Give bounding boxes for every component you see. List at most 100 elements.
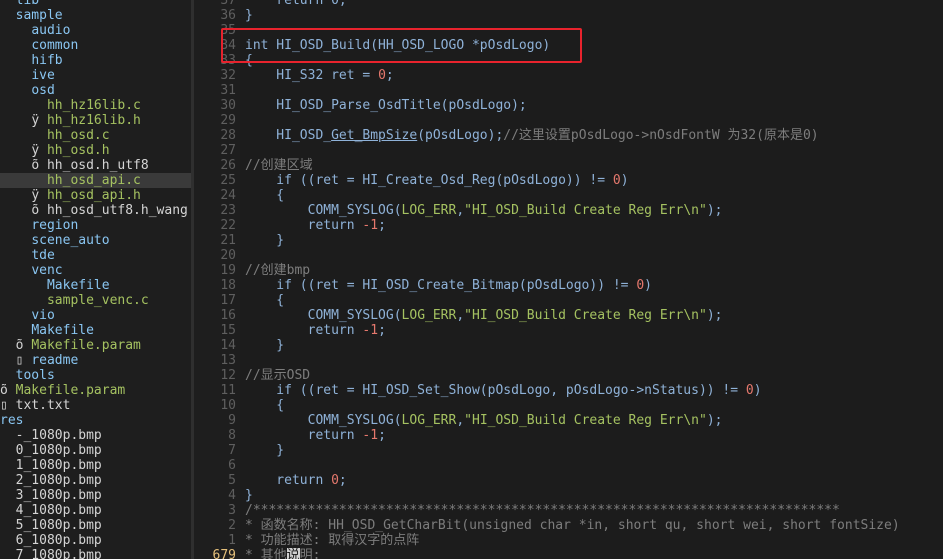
tree-item[interactable]: 7_1080p.bmp	[0, 548, 191, 559]
tree-item[interactable]: õ hh_osd_utf8.h_wang	[0, 203, 191, 218]
file-marker-icon: õ	[31, 203, 47, 218]
tree-item[interactable]: ÿ hh_hz16lib.h	[0, 113, 191, 128]
tree-item[interactable]: tools	[0, 368, 191, 383]
code-line[interactable]: //创建区域	[245, 158, 313, 173]
code-token: }	[245, 338, 285, 353]
tree-item[interactable]: 5_1080p.bmp	[0, 518, 191, 533]
code-token: HI_S32 ret =	[245, 68, 379, 83]
tree-item[interactable]: vio	[0, 308, 191, 323]
tree-item[interactable]: 2_1080p.bmp	[0, 473, 191, 488]
tree-item[interactable]: ÿ hh_osd.h	[0, 143, 191, 158]
tree-item[interactable]: -_1080p.bmp	[0, 428, 191, 443]
tree-item[interactable]: ÿ hh_osd_api.h	[0, 188, 191, 203]
code-token: ;	[378, 428, 386, 443]
code-line[interactable]: {	[245, 188, 284, 203]
code-token: LOG_ERR	[401, 413, 457, 428]
tree-item[interactable]: hh_osd_api.c	[0, 173, 191, 188]
tree-item[interactable]: õ Makefile.param	[0, 338, 191, 353]
code-line[interactable]: {	[245, 398, 284, 413]
tree-item-label: lib	[15, 0, 40, 8]
code-line[interactable]: //创建bmp	[245, 263, 310, 278]
code-token: return 0;	[245, 0, 347, 8]
code-line[interactable]: HI_OSD_Parse_OsdTitle(pOsdLogo);	[245, 98, 526, 113]
code-line[interactable]: return 0;	[245, 473, 346, 488]
code-token: ,	[456, 413, 465, 428]
tree-item[interactable]: osd	[0, 83, 191, 98]
tree-item-label: sample	[15, 8, 63, 23]
code-token: "HI_OSD_Build Create Reg Err\n"	[464, 203, 707, 218]
tree-item-label: 7_1080p.bmp	[15, 548, 102, 559]
code-line[interactable]: }	[245, 488, 253, 503]
code-line[interactable]: if ((ret = HI_Create_Osd_Reg(pOsdLogo)) …	[245, 173, 628, 188]
tree-item[interactable]: sample	[0, 8, 191, 23]
file-marker-icon: õ	[0, 383, 16, 398]
code-line[interactable]: }	[245, 443, 284, 458]
code-line[interactable]: COMM_SYSLOG(LOG_ERR,"HI_OSD_Build Create…	[245, 308, 723, 323]
code-line[interactable]: * 其他说明:	[245, 548, 321, 559]
code-line[interactable]: return 0;	[245, 0, 347, 8]
tree-item-label: readme	[31, 353, 79, 368]
code-line[interactable]: HI_OSD_Get_BmpSize(pOsdLogo);//这里设置pOsdL…	[245, 128, 818, 143]
tree-item-label: -_1080p.bmp	[15, 428, 102, 443]
code-line[interactable]: return -1;	[245, 218, 386, 233]
tree-item[interactable]: common	[0, 38, 191, 53]
line-number: 16	[220, 308, 236, 323]
tree-item[interactable]: ▯ txt.txt	[0, 398, 191, 413]
code-line[interactable]: COMM_SYSLOG(LOG_ERR,"HI_OSD_Build Create…	[245, 203, 723, 218]
tree-item[interactable]: region	[0, 218, 191, 233]
tree-item[interactable]: hh_hz16lib.c	[0, 98, 191, 113]
code-token: );	[706, 308, 723, 323]
tree-item[interactable]: venc	[0, 263, 191, 278]
tree-item[interactable]: ▯ readme	[0, 353, 191, 368]
tree-item[interactable]: hh_osd.c	[0, 128, 191, 143]
tree-item[interactable]: 1_1080p.bmp	[0, 458, 191, 473]
line-number-gutter: 37 36 35 34 33 32 31 30 29 28 27 26 25 24 23 22 21 20 19 18…	[194, 0, 240, 559]
code-line[interactable]: /***************************************…	[245, 503, 840, 518]
tree-item[interactable]: ive	[0, 68, 191, 83]
code-line[interactable]: return -1;	[245, 323, 386, 338]
tree-item-label: 4_1080p.bmp	[15, 503, 102, 518]
code-token: }	[245, 443, 285, 458]
tree-item[interactable]: sample_venc.c	[0, 293, 191, 308]
tree-item[interactable]: 3_1080p.bmp	[0, 488, 191, 503]
code-line[interactable]: }	[245, 233, 284, 248]
tree-item[interactable]: audio	[0, 23, 191, 38]
code-token: "HI_OSD_Build Create Reg Err\n"	[464, 413, 707, 428]
tree-item[interactable]: hifb	[0, 53, 191, 68]
tree-item-label: hh_osd_api.c	[46, 173, 141, 188]
text-cursor: 说	[286, 548, 300, 559]
code-line[interactable]: return -1;	[245, 428, 386, 443]
tree-item-label: audio	[31, 23, 71, 38]
tree-item-label: common	[31, 38, 79, 53]
tree-item-label: region	[31, 218, 79, 233]
tree-item[interactable]: res	[0, 413, 191, 428]
tree-item[interactable]: Makefile	[0, 278, 191, 293]
code-line[interactable]: {	[245, 293, 284, 308]
code-editor[interactable]: return 0;} int HI_OSD_Build(HH_OSD_LOGO *…	[240, 0, 943, 559]
line-number: 7	[228, 443, 236, 458]
code-line[interactable]: }	[245, 338, 284, 353]
code-line[interactable]: if ((ret = HI_OSD_Create_Bitmap(pOsdLogo…	[245, 278, 652, 293]
code-token: "HI_OSD_Build Create Reg Err\n"	[464, 308, 707, 323]
code-line[interactable]: }	[245, 8, 253, 23]
code-line[interactable]: COMM_SYSLOG(LOG_ERR,"HI_OSD_Build Create…	[245, 413, 723, 428]
code-token: );	[706, 413, 723, 428]
code-line[interactable]: HI_S32 ret = 0;	[245, 68, 393, 83]
tree-item[interactable]: Makefile	[0, 323, 191, 338]
code-line[interactable]: //显示OSD	[245, 368, 310, 383]
tree-item[interactable]: õ Makefile.param	[0, 383, 191, 398]
tree-item[interactable]: 0_1080p.bmp	[0, 443, 191, 458]
code-token: }	[245, 233, 285, 248]
code-line[interactable]: * 功能描述: 取得汉字的点阵	[245, 533, 419, 548]
tree-item-label: 2_1080p.bmp	[15, 473, 102, 488]
tree-item[interactable]: lib	[0, 0, 191, 8]
code-line[interactable]: if ((ret = HI_OSD_Set_Show(pOsdLogo, pOs…	[245, 383, 761, 398]
tree-item-label: ive	[31, 68, 55, 83]
tree-item[interactable]: 4_1080p.bmp	[0, 503, 191, 518]
tree-item[interactable]: õ hh_osd.h_utf8	[0, 158, 191, 173]
tree-item[interactable]: 6_1080p.bmp	[0, 533, 191, 548]
code-line[interactable]: * 函数名称: HH_OSD_GetCharBit(unsigned char …	[245, 518, 900, 533]
tree-item[interactable]: tde	[0, 248, 191, 263]
tree-item[interactable]: scene_auto	[0, 233, 191, 248]
code-token: {	[245, 188, 285, 203]
